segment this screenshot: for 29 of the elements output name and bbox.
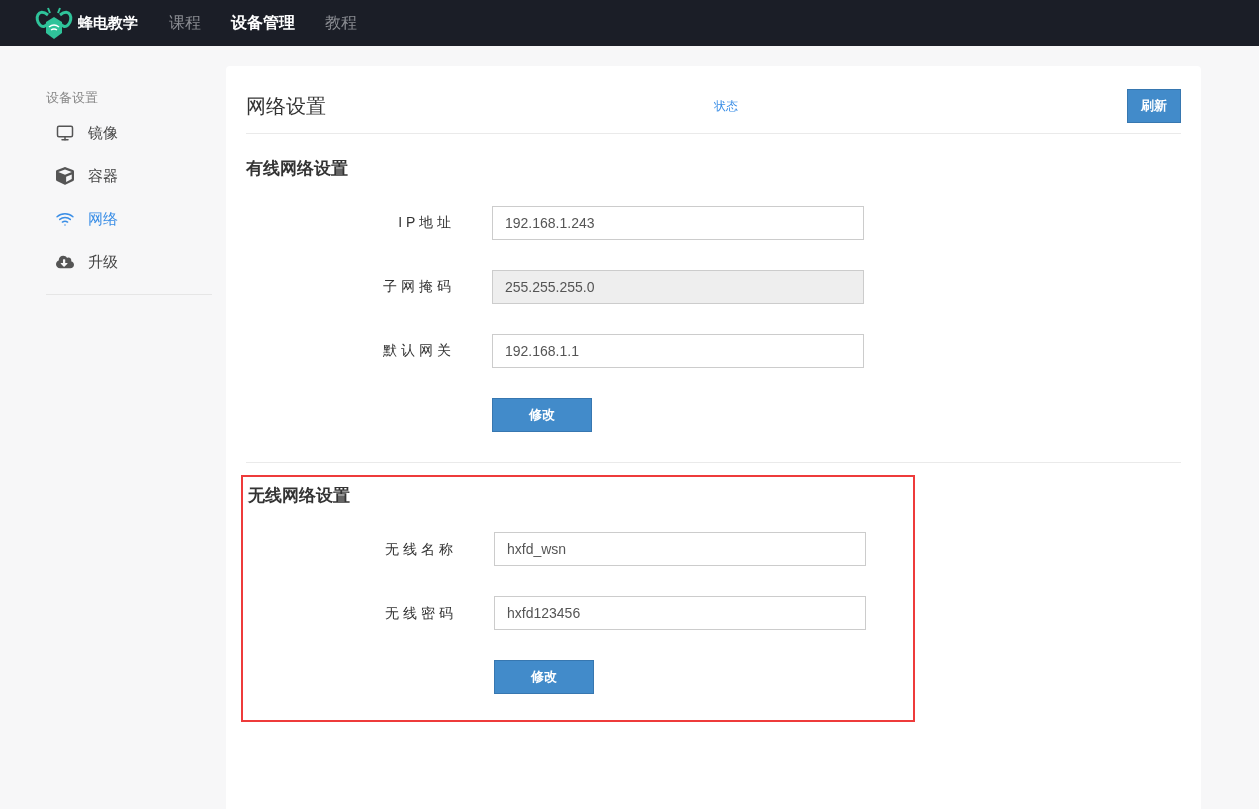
status-link[interactable]: 状态 [714, 96, 738, 115]
input-field[interactable]: hxfd123456 [494, 596, 866, 630]
wifi-icon [56, 210, 74, 228]
field-label: 子 网 掩 码 [382, 277, 451, 296]
cloud-download-icon [56, 253, 74, 271]
panel-title: 网络设置 [246, 93, 327, 119]
modify-button[interactable]: 修改 [492, 397, 592, 432]
sidebar-item[interactable]: 容器 [46, 154, 212, 198]
field-label: 默 认 网 关 [382, 341, 451, 360]
field-label: 无 线 名 称 [384, 539, 453, 559]
field-label: I P 地 址 [397, 213, 451, 232]
input-field[interactable]: 192.168.1.1 [492, 333, 864, 368]
section-title: 无线网络设置 [248, 484, 351, 507]
modify-button[interactable]: 修改 [494, 660, 594, 694]
monitor-icon [56, 124, 74, 142]
brand-name[interactable]: 蜂电教学 [78, 11, 138, 35]
nav-link[interactable]: 设备管理 [231, 11, 295, 35]
input-field[interactable]: hxfd_wsn [494, 532, 866, 566]
nav-link[interactable]: 课程 [169, 11, 201, 35]
bee-logo-icon [34, 5, 74, 41]
sidebar-heading: 设备设置 [46, 89, 99, 107]
cube-icon [56, 167, 74, 185]
nav-link[interactable]: 教程 [325, 11, 357, 35]
sidebar-item[interactable]: 升级 [46, 240, 212, 284]
field-label: 无 线 密 码 [384, 603, 453, 623]
input-field[interactable]: 192.168.1.243 [492, 205, 864, 240]
refresh-button[interactable]: 刷新 [1127, 88, 1181, 123]
section-title: 有线网络设置 [246, 158, 349, 180]
sidebar-item[interactable]: 镜像 [46, 111, 212, 155]
